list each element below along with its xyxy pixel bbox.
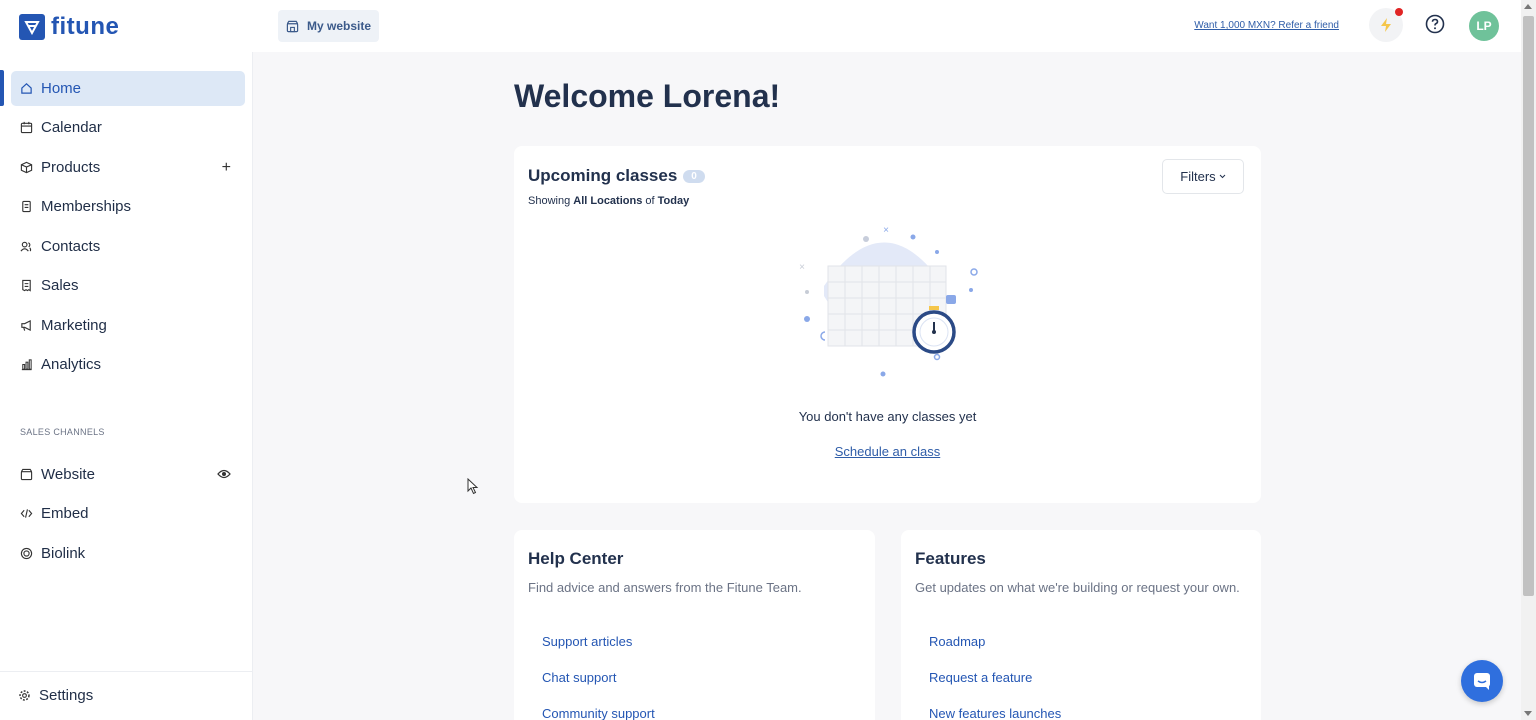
upcoming-classes-card: Upcoming classes 0 Showing All Locations… xyxy=(514,146,1261,503)
schedule-class-link[interactable]: Schedule an class xyxy=(514,444,1261,459)
community-support-link[interactable]: Community support xyxy=(542,706,655,720)
classes-filter-summary: Showing All Locations of Today xyxy=(528,195,689,207)
chat-support-link[interactable]: Chat support xyxy=(542,670,616,685)
features-card: Features Get updates on what we're build… xyxy=(901,530,1261,720)
sidebar-item-label: Calendar xyxy=(41,119,102,136)
sidebar-item-home[interactable]: Home xyxy=(11,71,245,106)
svg-text:×: × xyxy=(883,225,889,236)
help-button[interactable] xyxy=(1424,13,1446,35)
sidebar-item-products[interactable]: Products + xyxy=(11,150,245,185)
chat-launcher-button[interactable] xyxy=(1461,660,1503,702)
help-center-description: Find advice and answers from the Fitune … xyxy=(528,580,802,595)
top-bar: fitune My website Want 1,000 MXN? Refer … xyxy=(0,0,1521,52)
classes-count-badge: 0 xyxy=(683,169,705,183)
showing-prefix: Showing xyxy=(528,195,571,207)
fitune-logo[interactable]: fitune xyxy=(19,13,119,41)
my-website-label: My website xyxy=(307,19,372,33)
receipt-icon xyxy=(19,279,33,293)
page-title: Welcome Lorena! xyxy=(514,78,781,114)
membership-icon xyxy=(19,200,33,214)
sidebar-item-label: Memberships xyxy=(41,198,132,215)
biolink-icon xyxy=(19,547,33,561)
sidebar-item-calendar[interactable]: Calendar xyxy=(11,110,245,145)
logo-text: fitune xyxy=(51,13,120,40)
scrollbar-thumb[interactable] xyxy=(1523,16,1534,596)
add-product-button[interactable]: + xyxy=(222,159,231,177)
sidebar-divider xyxy=(0,671,253,672)
filters-label: Filters xyxy=(1180,169,1216,184)
mouse-pointer-icon xyxy=(467,478,479,495)
features-description: Get updates on what we're building or re… xyxy=(915,580,1240,595)
features-title: Features xyxy=(915,549,986,568)
empty-calendar-illustration: × × xyxy=(799,225,978,377)
eye-icon[interactable] xyxy=(217,466,231,484)
code-icon xyxy=(19,507,33,521)
calendar-icon xyxy=(19,121,33,135)
showing-of: of xyxy=(645,195,655,207)
sidebar-item-settings[interactable]: Settings xyxy=(9,678,243,713)
sidebar-item-label: Website xyxy=(41,466,95,483)
sidebar-item-analytics[interactable]: Analytics xyxy=(11,347,245,382)
megaphone-icon xyxy=(19,319,33,333)
sidebar-item-label: Contacts xyxy=(41,238,101,255)
website-icon xyxy=(19,468,33,482)
sidebar-item-contacts[interactable]: Contacts xyxy=(11,229,245,264)
chevron-down-icon xyxy=(1219,174,1226,179)
chat-icon xyxy=(1474,673,1490,690)
help-center-title: Help Center xyxy=(528,549,624,568)
sales-channels-heading: SALES CHANNELS xyxy=(20,427,105,437)
sidebar-item-label: Analytics xyxy=(41,356,102,373)
upcoming-classes-title: Upcoming classes xyxy=(528,166,678,185)
request-feature-link[interactable]: Request a feature xyxy=(929,670,1032,685)
sidebar-item-website[interactable]: Website xyxy=(11,457,245,492)
sidebar-item-sales[interactable]: Sales xyxy=(11,268,245,303)
sidebar-item-embed[interactable]: Embed xyxy=(11,496,245,531)
sidebar-item-label: Settings xyxy=(39,687,94,704)
sidebar-item-marketing[interactable]: Marketing xyxy=(11,308,245,343)
help-center-card: Help Center Find advice and answers from… xyxy=(514,530,875,720)
home-icon xyxy=(19,82,33,96)
scroll-up-arrow-icon[interactable] xyxy=(1524,4,1532,9)
store-icon xyxy=(286,20,299,32)
scroll-down-arrow-icon[interactable] xyxy=(1524,711,1532,716)
svg-text:×: × xyxy=(799,262,805,273)
sidebar-item-label: Biolink xyxy=(41,545,86,562)
showing-location: All Locations xyxy=(573,195,643,207)
active-indicator xyxy=(0,70,4,106)
contacts-icon xyxy=(19,240,33,254)
my-website-button[interactable]: My website xyxy=(278,10,380,42)
bar-chart-icon xyxy=(19,358,33,372)
sidebar-item-biolink[interactable]: Biolink xyxy=(11,536,245,571)
lightning-icon xyxy=(1381,18,1391,32)
question-circle-icon xyxy=(1425,14,1445,34)
box-icon xyxy=(19,161,33,175)
filters-button[interactable]: Filters xyxy=(1162,159,1244,194)
new-features-link[interactable]: New features launches xyxy=(929,706,1061,720)
refer-friend-link[interactable]: Want 1,000 MXN? Refer a friend xyxy=(1194,20,1339,31)
sidebar-item-memberships[interactable]: Memberships xyxy=(11,189,245,224)
showing-period: Today xyxy=(657,195,690,207)
notification-dot xyxy=(1395,8,1403,16)
user-avatar[interactable]: LP xyxy=(1469,11,1499,41)
sidebar-item-label: Sales xyxy=(41,277,79,294)
page-scrollbar[interactable] xyxy=(1521,0,1536,720)
sidebar-item-label: Marketing xyxy=(41,317,107,334)
upcoming-classes-heading: Upcoming classes 0 xyxy=(528,166,705,186)
gear-icon xyxy=(17,689,31,703)
support-articles-link[interactable]: Support articles xyxy=(542,634,632,649)
empty-state-message: You don't have any classes yet xyxy=(798,409,977,424)
roadmap-link[interactable]: Roadmap xyxy=(929,634,985,649)
sidebar-item-label: Home xyxy=(41,80,82,97)
sidebar-item-label: Products xyxy=(41,159,101,176)
logo-mark-icon xyxy=(19,14,45,40)
sidebar-item-label: Embed xyxy=(41,505,89,522)
